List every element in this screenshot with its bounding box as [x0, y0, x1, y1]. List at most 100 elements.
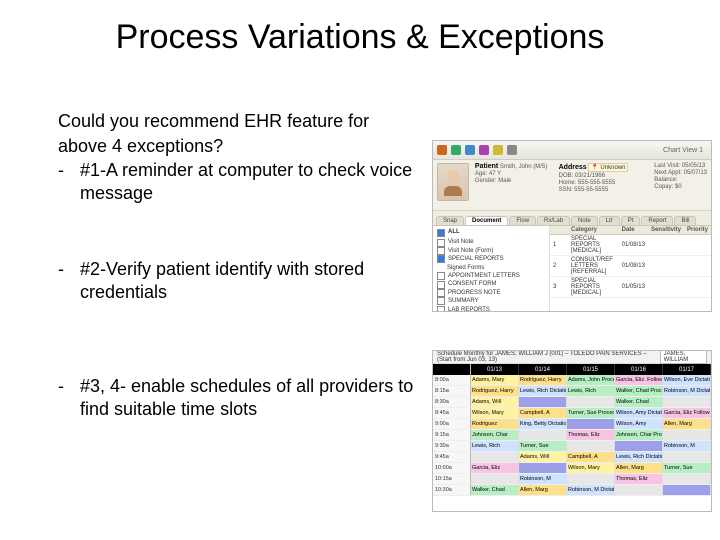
slide: Process Variations & Exceptions Could yo… — [0, 0, 720, 540]
schedule-cell: Robinson, M — [663, 441, 711, 452]
th-sensitivity: Sensitivity — [648, 226, 684, 235]
day-header: 01/17 — [663, 364, 711, 375]
cell-category: SPECIAL REPORTS [MEDICAL] — [568, 235, 619, 256]
patient-next-appt: Next Appt: 05/07/13 — [654, 170, 707, 176]
patient-col-2: Address 📍 Unknown DOB: 03/21/1966 Home: … — [559, 163, 649, 207]
toolbar-icon — [479, 145, 489, 155]
time-label: 8:30a — [433, 397, 471, 408]
checkbox-icon — [437, 239, 445, 247]
bullet-3: - #3, 4- enable schedules of all provide… — [58, 375, 418, 422]
th-category: Category — [568, 226, 619, 235]
schedule-cell: Walker, Chad — [471, 485, 519, 496]
time-label: 8:15a — [433, 386, 471, 397]
schedule-cell — [615, 441, 663, 452]
schedule-cell: Johnson, Char Procedure — [615, 430, 663, 441]
patient-age: Age: 47 Y — [475, 171, 553, 177]
patient-gender: Gender: Male — [475, 178, 553, 184]
bullet-3-text: #3, 4- enable schedules of all providers… — [80, 375, 418, 422]
schedule-grid: 01/1301/1401/1501/1601/178:00aAdams, Mar… — [433, 364, 711, 496]
schedule-cell: Allen, Marg — [663, 419, 711, 430]
tree-signed-forms: Signed Forms — [447, 264, 484, 272]
grid-corner — [433, 364, 471, 375]
toolbar-icon — [465, 145, 475, 155]
dash-icon: - — [58, 375, 80, 422]
schedule-cell: Allen, Marg — [519, 485, 567, 496]
schedule-cell — [663, 430, 711, 441]
intro-line-2: above 4 exceptions? — [58, 135, 418, 158]
tab-pt: Pt — [621, 216, 641, 225]
schedule-cell — [567, 397, 615, 408]
day-header: 01/13 — [471, 364, 519, 375]
schedule-titlebar: Schedule Monthly for JAMES, WILLIAM J (0… — [433, 351, 711, 364]
schedule-cell: Rodriguez, Harry — [519, 375, 567, 386]
toolbar-icon — [451, 145, 461, 155]
checkbox-icon — [437, 306, 445, 312]
tree-appt-letters: APPOINTMENT LETTERS — [448, 272, 520, 280]
document-table: Category Date Sensitivity Priority 1SPEC… — [550, 226, 711, 298]
schedule-cell — [567, 474, 615, 485]
schedule-cell: King, Betty Dictation — [519, 419, 567, 430]
bullet-2: - #2-Verify patient identify with stored… — [58, 258, 418, 305]
toolbar-icon — [507, 145, 517, 155]
schedule-cell: Adams, Mary — [471, 375, 519, 386]
schedule-cell: Lewis, Rich — [471, 441, 519, 452]
tab-note: Note — [571, 216, 598, 225]
patient-ssn: SSN: 555-55-5555 — [559, 187, 649, 193]
schedule-title: Schedule Monthly for JAMES, WILLIAM J (0… — [437, 351, 660, 363]
address-value: 📍 Unknown — [588, 163, 628, 172]
patient-banner: Patient Smith, John (M/5) Age: 47 Y Gend… — [433, 160, 711, 211]
patient-name: Smith, John (M/5) — [500, 164, 547, 170]
cell-date: 01/05/13 — [619, 277, 648, 298]
schedule-cell: Thomas, Eliz — [615, 474, 663, 485]
schedule-cell — [567, 419, 615, 430]
schedule-cell: Wilson, Amy Dictation — [615, 408, 663, 419]
time-label: 10:00a — [433, 463, 471, 474]
cell-date: 01/08/13 — [619, 256, 648, 277]
slide-title: Process Variations & Exceptions — [0, 18, 720, 57]
patient-last-visit: Last Visit: 05/05/13 — [654, 163, 707, 169]
bullet-2-text: #2-Verify patient identify with stored c… — [80, 258, 418, 305]
schedule-cell: Allen, Marg — [615, 463, 663, 474]
patient-phone: Home: 555-555-5555 — [559, 180, 649, 186]
tab-rx: Rx/Lab — [537, 216, 570, 225]
schedule-cell: Wilson, Mary — [567, 463, 615, 474]
schedule-cell: Robinson, M Dictation — [567, 485, 615, 496]
schedule-cell: Walker, Chad — [615, 397, 663, 408]
schedule-cell — [519, 430, 567, 441]
tab-flow: Flow — [509, 216, 536, 225]
schedule-cell: Turner, Sue — [519, 441, 567, 452]
schedule-cell — [663, 452, 711, 463]
time-label: 10:15a — [433, 474, 471, 485]
checkbox-icon — [437, 255, 445, 263]
day-header: 01/14 — [519, 364, 567, 375]
patient-dob: DOB: 03/21/1966 — [559, 173, 649, 179]
checkbox-icon — [437, 229, 445, 237]
schedule-selector: JAMES, WILLIAM — [660, 350, 707, 364]
day-header: 01/15 — [567, 364, 615, 375]
tab-report: Report — [641, 216, 673, 225]
tree-consent: CONSENT FORM — [448, 280, 497, 288]
address-label: Address — [559, 164, 587, 171]
th-priority: Priority — [684, 226, 711, 235]
ehr-screenshot: Chart View 1 Patient Smith, John (M/5) A… — [432, 140, 712, 312]
time-label: 9:15a — [433, 430, 471, 441]
schedule-cell — [615, 485, 663, 496]
checkbox-icon — [437, 289, 445, 297]
schedule-cell: Rodriguez, Harry — [471, 386, 519, 397]
bullet-1-text: #1-A reminder at computer to check voice… — [80, 159, 418, 206]
ehr-content: ALL Visit Note Visit Note (Form) SPECIAL… — [433, 226, 711, 312]
schedule-cell: Robinson, M — [519, 474, 567, 485]
schedule-cell — [471, 452, 519, 463]
tab-ltr: Ltr — [599, 216, 620, 225]
schedule-cell — [519, 397, 567, 408]
dash-icon: - — [58, 258, 80, 305]
schedule-cell — [519, 463, 567, 474]
schedule-cell: Garcia, Eliz — [471, 463, 519, 474]
table-row: 1SPECIAL REPORTS [MEDICAL]01/08/13 — [550, 235, 711, 256]
body-text: Could you recommend EHR feature for abov… — [58, 110, 418, 481]
toolbar-icon — [493, 145, 503, 155]
schedule-cell: Lewis, Rich Dictation — [519, 386, 567, 397]
schedule-cell — [663, 397, 711, 408]
schedule-cell: Turner, Sue Procedure — [567, 408, 615, 419]
day-header: 01/16 — [615, 364, 663, 375]
